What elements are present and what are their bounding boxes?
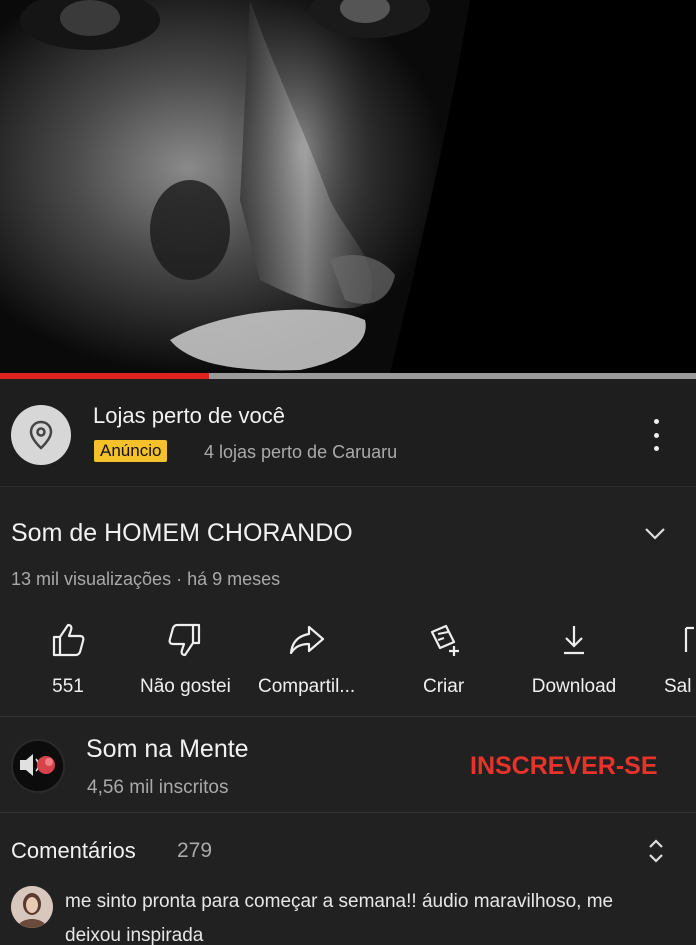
dislike-label: Não gostei [140,676,231,697]
comments-count: 279 [177,839,213,862]
share-label: Compartil... [258,676,356,697]
divider [0,716,696,717]
ad-card[interactable]: Lojas perto de você Anúncio 4 lojas pert… [0,379,696,487]
video-meta: 13 mil visualizações · há 9 meses [11,569,281,589]
comment-text: me sinto pronta para começar a semana!! … [65,891,614,945]
ad-subtitle: 4 lojas perto de Caruaru [204,442,398,462]
video-title[interactable]: Som de HOMEM CHORANDO [11,519,353,548]
dislike-button[interactable]: Não gostei [140,622,231,698]
commenter-avatar[interactable] [11,886,53,928]
save-button[interactable]: Sal [664,622,694,698]
create-label: Criar [423,676,465,697]
channel-name[interactable]: Som na Mente [86,735,249,764]
create-icon [430,624,459,656]
like-button[interactable]: 551 [48,622,88,698]
channel-avatar[interactable] [11,739,65,793]
divider [0,812,696,813]
channel-subscribers: 4,56 mil inscritos [87,777,229,798]
ad-badge: Anúncio [94,440,168,462]
location-pin-icon [11,405,71,465]
ad-title: Lojas perto de você [93,403,286,428]
save-icon [684,626,694,652]
chevron-down-icon[interactable] [644,527,666,541]
share-icon [289,625,324,655]
video-player[interactable] [0,0,696,373]
like-count: 551 [52,676,84,697]
thumbs-up-icon [52,623,85,657]
expand-comments-icon[interactable] [646,837,666,865]
download-icon [564,626,584,655]
comments-label[interactable]: Comentários [11,838,136,864]
share-button[interactable]: Compartil... [258,622,355,698]
download-label: Download [531,676,617,697]
thumbs-down-icon [168,623,201,657]
save-label: Sal [664,676,692,697]
download-button[interactable]: Download [524,622,624,698]
subscribe-button[interactable]: INSCREVER-SE [470,752,658,781]
create-button[interactable]: Criar [423,622,464,698]
video-frame-image [0,0,696,373]
more-options-icon[interactable] [646,419,666,451]
